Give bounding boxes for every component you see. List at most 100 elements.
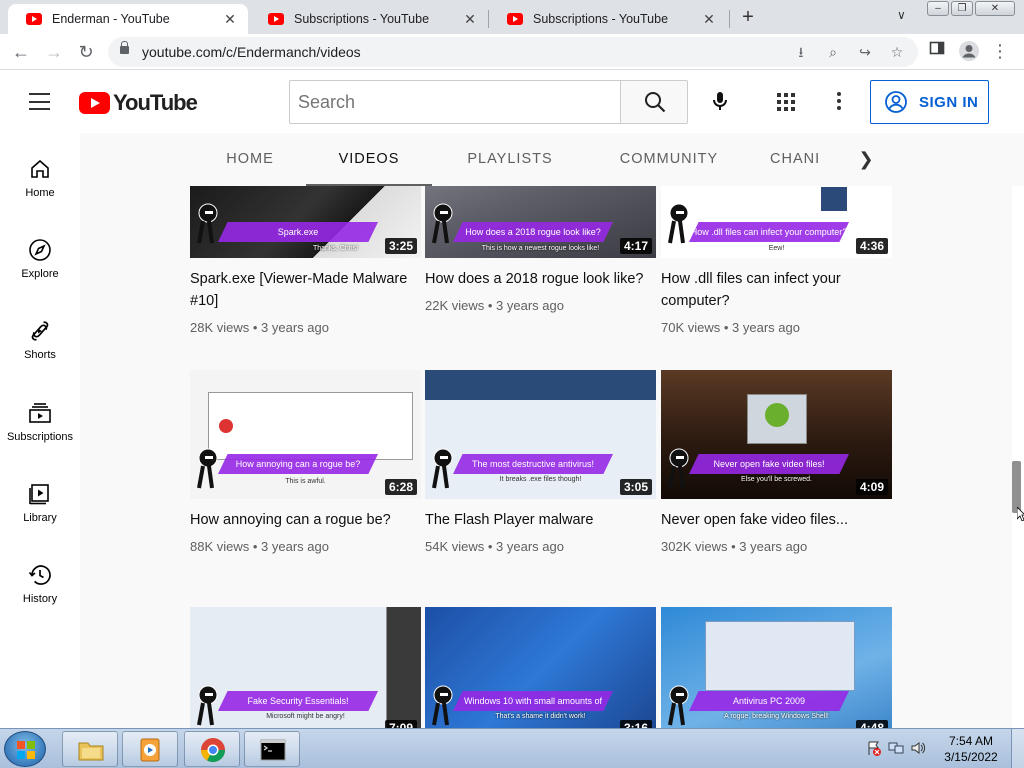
video-title[interactable]: The Flash Player malware: [425, 509, 656, 531]
tab-community[interactable]: COMMUNITY: [606, 133, 732, 186]
video-title[interactable]: How .dll files can infect your computer?: [661, 268, 892, 312]
taskbar-explorer-button[interactable]: [62, 731, 118, 767]
video-thumbnail[interactable]: The most destructive antivirus! It break…: [425, 370, 656, 499]
reload-icon[interactable]: ↻: [74, 40, 98, 64]
search-button[interactable]: [620, 80, 688, 124]
video-card[interactable]: How .dll files can infect your computer?…: [661, 186, 892, 335]
view-count: 54K views: [425, 539, 485, 554]
zoom-icon[interactable]: ⌕: [824, 43, 842, 61]
sidebar-item-history[interactable]: History: [0, 563, 80, 637]
page-scrollbar-thumb[interactable]: [1012, 461, 1021, 513]
video-card[interactable]: Windows 10 with small amounts of RAM Tha…: [425, 607, 656, 728]
upload-age: 3 years ago: [496, 539, 564, 554]
duration-badge: 3:16: [619, 720, 652, 728]
video-grid: Spark.exe Thanks, Chris! 3:25 Spark.exe …: [80, 186, 1012, 728]
video-thumbnail[interactable]: How does a 2018 rogue look like? This is…: [425, 186, 656, 258]
video-card[interactable]: How annoying can a rogue be? This is awf…: [190, 370, 421, 554]
url-text[interactable]: youtube.com/c/Endermanch/videos: [142, 44, 361, 60]
bookmark-star-icon[interactable]: ☆: [888, 43, 906, 61]
chrome-menu-icon[interactable]: ⋮: [989, 40, 1011, 62]
settings-menu-icon[interactable]: [837, 92, 841, 110]
restore-icon[interactable]: ❐: [951, 1, 973, 16]
forward-arrow-icon[interactable]: →: [42, 40, 66, 64]
mascot-icon: [668, 685, 689, 726]
thumbnail-banner: Fake Security Essentials!: [218, 691, 378, 711]
profile-avatar-icon[interactable]: [958, 40, 980, 62]
video-card[interactable]: Never open fake video files! Else you'll…: [661, 370, 892, 554]
address-bar[interactable]: youtube.com/c/Endermanch/videos ⭳ ⌕ ↪ ☆: [108, 37, 918, 67]
taskbar-clock[interactable]: 7:54 AM 3/15/2022: [936, 733, 1006, 765]
video-thumbnail[interactable]: Fake Security Essentials! Microsoft migh…: [190, 607, 421, 728]
taskbar-media-player-button[interactable]: [122, 731, 178, 767]
close-tab-icon[interactable]: ✕: [222, 11, 238, 28]
share-icon[interactable]: ↪: [856, 43, 874, 61]
tab-search-chevron-icon[interactable]: ∨: [897, 8, 906, 22]
windows-taskbar: 7:54 AM 3/15/2022: [0, 728, 1024, 768]
video-title[interactable]: Never open fake video files...: [661, 509, 892, 531]
video-card[interactable]: How does a 2018 rogue look like? This is…: [425, 186, 656, 313]
browser-tab-1[interactable]: Subscriptions - YouTube ✕: [250, 4, 488, 34]
close-tab-icon[interactable]: ✕: [462, 11, 478, 28]
network-icon[interactable]: [888, 740, 904, 756]
minimize-icon[interactable]: –: [927, 1, 949, 16]
upload-age: 3 years ago: [739, 539, 808, 554]
start-button[interactable]: [4, 731, 46, 767]
video-card[interactable]: Spark.exe Thanks, Chris! 3:25 Spark.exe …: [190, 186, 421, 335]
system-tray: [866, 740, 926, 756]
side-panel-icon[interactable]: [926, 40, 948, 62]
tab-videos[interactable]: VIDEOS: [306, 133, 432, 186]
video-card[interactable]: The most destructive antivirus! It break…: [425, 370, 656, 554]
video-thumbnail[interactable]: Spark.exe Thanks, Chris! 3:25: [190, 186, 421, 258]
video-card[interactable]: Antivirus PC 2009 A rogue, breaking Wind…: [661, 607, 892, 728]
show-desktop-button[interactable]: [1011, 729, 1024, 768]
video-thumbnail[interactable]: How annoying can a rogue be? This is awf…: [190, 370, 421, 499]
search-icon: [645, 92, 666, 113]
sidebar-item-home[interactable]: Home: [0, 157, 80, 231]
youtube-logo[interactable]: YouTube: [79, 90, 198, 116]
channel-tabs: HOME VIDEOS PLAYLISTS COMMUNITY CHANI ❯: [80, 133, 1024, 186]
antivirus-window-graphic: [705, 621, 855, 691]
install-app-icon[interactable]: ⭳: [792, 43, 810, 61]
view-count: 302K views: [661, 539, 728, 554]
lock-icon[interactable]: [120, 41, 129, 54]
tab-home[interactable]: HOME: [210, 133, 290, 186]
hamburger-menu-icon[interactable]: [29, 93, 50, 110]
chevron-right-icon[interactable]: ❯: [856, 149, 876, 169]
movie-file-icon: [747, 394, 807, 444]
mascot-icon: [197, 203, 218, 244]
subscriptions-icon: [29, 403, 51, 423]
sign-in-button[interactable]: SIGN IN: [870, 80, 989, 124]
video-thumbnail[interactable]: Windows 10 with small amounts of RAM Tha…: [425, 607, 656, 728]
media-player-icon: [140, 738, 160, 762]
window-controls: – ❐ ✕: [927, 1, 1017, 16]
apps-grid-icon[interactable]: [777, 93, 795, 111]
view-count: 70K views: [661, 320, 721, 335]
search-input[interactable]: [289, 80, 620, 124]
close-tab-icon[interactable]: ✕: [701, 11, 717, 28]
tab-channels[interactable]: CHANI: [770, 133, 850, 186]
browser-tab-2[interactable]: Subscriptions - YouTube ✕: [489, 4, 727, 34]
close-window-icon[interactable]: ✕: [975, 1, 1015, 16]
sidebar-item-subscriptions[interactable]: Subscriptions: [0, 401, 80, 475]
new-tab-plus-icon[interactable]: +: [738, 6, 758, 28]
video-title[interactable]: Spark.exe [Viewer-Made Malware #10]: [190, 268, 421, 312]
video-title[interactable]: How does a 2018 rogue look like?: [425, 268, 656, 290]
sidebar-item-shorts[interactable]: Shorts: [0, 319, 80, 393]
tab-playlists[interactable]: PLAYLISTS: [450, 133, 570, 186]
thumbnail-subtitle: A rogue, breaking Windows Shell!: [724, 713, 829, 720]
volume-icon[interactable]: [910, 740, 926, 756]
action-center-flag-icon[interactable]: [866, 740, 882, 756]
video-thumbnail[interactable]: Antivirus PC 2009 A rogue, breaking Wind…: [661, 607, 892, 728]
video-card[interactable]: Fake Security Essentials! Microsoft migh…: [190, 607, 421, 728]
video-title[interactable]: How annoying can a rogue be?: [190, 509, 421, 531]
video-thumbnail[interactable]: Never open fake video files! Else you'll…: [661, 370, 892, 499]
sidebar-item-explore[interactable]: Explore: [0, 238, 80, 312]
back-arrow-icon[interactable]: ←: [9, 40, 33, 64]
video-thumbnail[interactable]: How .dll files can infect your computer?…: [661, 186, 892, 258]
taskbar-cmd-button[interactable]: [244, 731, 300, 767]
sidebar-item-library[interactable]: Library: [0, 482, 80, 556]
file-icon: [821, 187, 847, 211]
microphone-icon[interactable]: [708, 89, 732, 113]
browser-tab-0[interactable]: Enderman - YouTube ✕: [8, 4, 248, 34]
taskbar-chrome-button[interactable]: [184, 731, 240, 767]
